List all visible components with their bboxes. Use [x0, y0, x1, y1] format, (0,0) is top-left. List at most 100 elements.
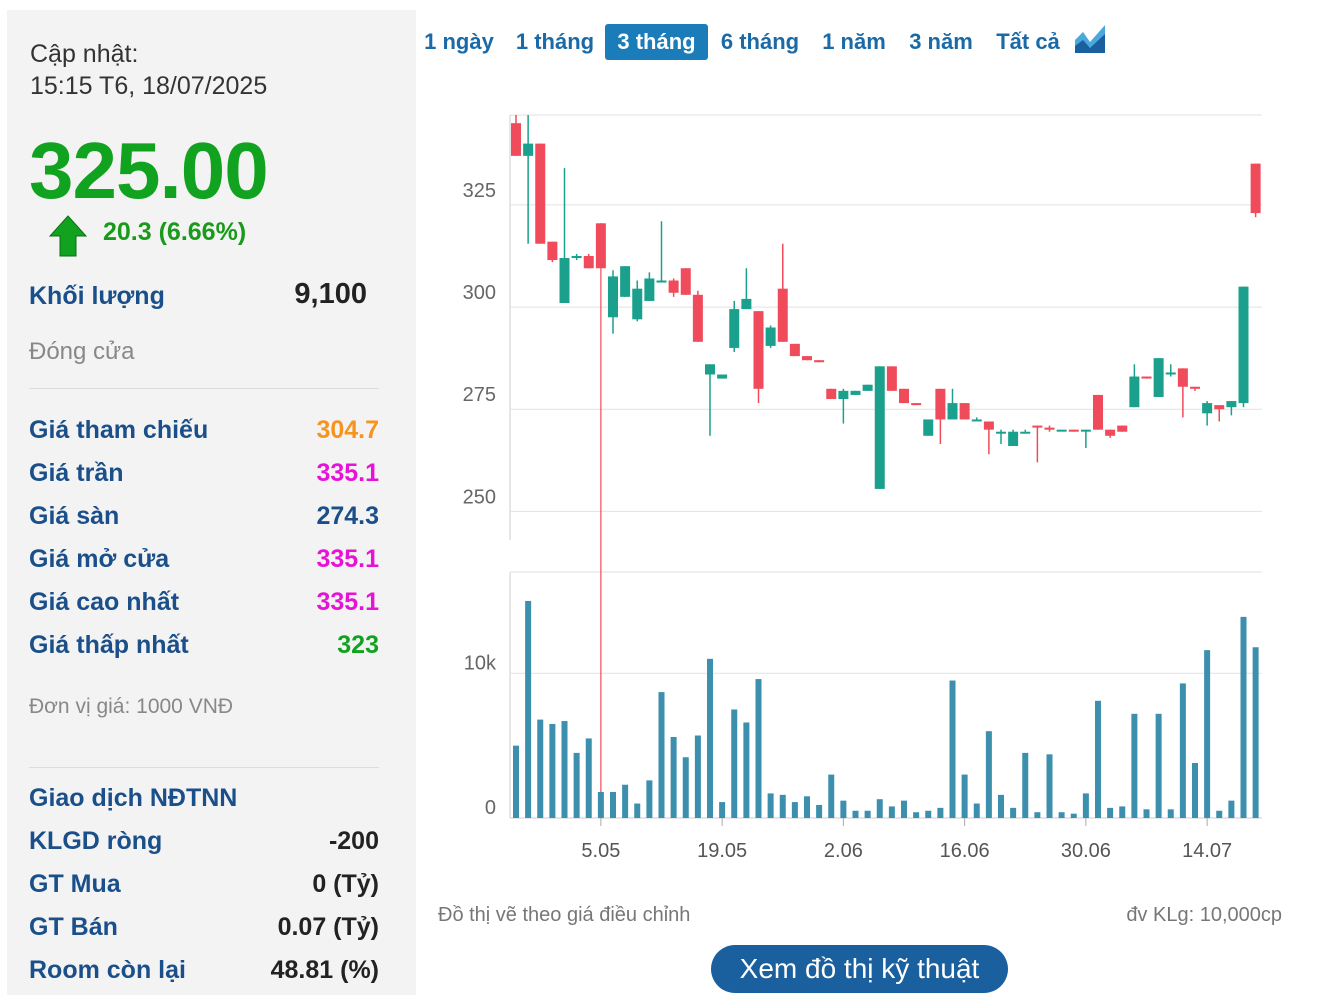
volume-bar: [901, 800, 907, 818]
volume-bar: [1119, 806, 1126, 818]
candle-body: [547, 241, 558, 261]
volume-bar: [694, 735, 701, 818]
candle-body: [996, 431, 1006, 434]
candle-body: [1008, 431, 1019, 447]
volume-bar: [610, 791, 616, 818]
candle-body: [1202, 403, 1213, 414]
y-axis-labels: 325 300 275 250 10k 0: [463, 180, 497, 819]
candle-body: [1105, 429, 1116, 436]
volume-bar: [1082, 793, 1089, 818]
volume-bar: [961, 774, 968, 818]
candle-body: [1250, 163, 1261, 214]
x-axis-labels: 5.05 19.05 2.06 16.06 30.06 14.07: [581, 818, 1232, 862]
x-tick-label: 5.05: [581, 840, 620, 862]
candle-body: [559, 258, 570, 303]
candle-body: [753, 311, 764, 389]
volume-bar: [913, 812, 920, 818]
candle-body: [1093, 394, 1103, 430]
volume-bar: [525, 600, 532, 818]
volume-bar: [585, 738, 592, 818]
volume-bar: [1167, 809, 1174, 818]
candle-body: [741, 298, 752, 310]
volume-bar: [622, 784, 629, 818]
volume-bar: [1131, 713, 1138, 818]
candle-body: [1177, 368, 1188, 387]
candle-body: [862, 384, 873, 391]
candle-body: [1165, 372, 1176, 375]
candlesticks: [511, 115, 1261, 489]
technical-chart-button[interactable]: Xem đồ thị kỹ thuật: [711, 945, 1008, 993]
candle-body: [1214, 405, 1225, 410]
candle-body: [1117, 425, 1128, 432]
candle-body: [571, 255, 582, 259]
x-tick-label: 14.07: [1182, 840, 1232, 862]
candle-body: [729, 309, 740, 348]
volume-bar: [1228, 800, 1235, 818]
candle-body: [826, 388, 837, 400]
volume-bar: [876, 799, 883, 818]
y-tick-label: 250: [463, 486, 496, 508]
volume-bar: [1204, 650, 1211, 818]
volume-bar: [1010, 807, 1017, 818]
candle-body: [644, 278, 655, 301]
volume-bar: [682, 757, 689, 818]
chart-note: Đồ thị vẽ theo giá điều chỉnh: [438, 904, 691, 926]
volume-bar: [1143, 809, 1150, 818]
volume-bar: [1022, 752, 1029, 818]
candle-body: [765, 327, 776, 346]
candle-body: [1190, 386, 1200, 389]
candle-body: [583, 255, 594, 269]
candle-body: [511, 123, 521, 156]
volume-bars: [513, 600, 1259, 818]
candle-body: [814, 360, 825, 363]
candle-body: [656, 280, 667, 283]
volume-bar: [537, 719, 544, 818]
price-volume-chart: 325 300 275 250 10k 0 5.05 19.05 2.06 16.06 30.06…: [463, 114, 1262, 862]
candle-body: [1129, 376, 1140, 408]
volume-bar: [513, 745, 519, 818]
candle-body: [802, 356, 812, 361]
volume-bar: [719, 802, 726, 818]
volume-bar: [1070, 813, 1077, 818]
candle-body: [632, 288, 643, 320]
candle-body: [947, 403, 958, 420]
volume-bar: [840, 800, 847, 818]
candle-body: [874, 366, 885, 489]
candle-body: [850, 390, 861, 395]
volume-bar: [791, 802, 798, 818]
volume-bar: [646, 780, 653, 818]
candle-body: [705, 364, 715, 375]
volume-bar: [597, 791, 604, 818]
y-tick-label: 325: [463, 180, 496, 202]
candle-body: [777, 288, 788, 342]
x-tick-label: 19.05: [697, 840, 747, 862]
candle-body: [935, 388, 946, 420]
candle-body: [959, 403, 970, 420]
candle-body: [1068, 429, 1079, 432]
volume-bar: [852, 810, 859, 818]
candle-body: [789, 343, 800, 357]
volume-bar: [998, 794, 1004, 818]
volume-bar: [561, 721, 568, 818]
volume-bar: [779, 794, 786, 818]
candle-body: [523, 143, 534, 156]
candle-body: [1141, 376, 1152, 379]
candle-body: [886, 366, 897, 391]
volume-bar: [1095, 700, 1101, 818]
candle-body: [1056, 429, 1067, 432]
volume-bar: [549, 723, 556, 818]
x-tick-label: 16.06: [940, 840, 990, 862]
volume-tick-label: 0: [485, 797, 496, 819]
volume-bar: [1058, 812, 1065, 818]
volume-bar: [707, 658, 713, 818]
volume-bar: [670, 736, 677, 818]
candle-body: [1238, 286, 1249, 404]
volume-bar: [804, 796, 810, 818]
candle-body: [717, 374, 728, 379]
volume-unit-note: đv KLg: 10,000cp: [1126, 904, 1282, 926]
candle-body: [668, 280, 679, 293]
volume-bar: [1046, 754, 1053, 818]
volume-bar: [573, 752, 580, 818]
candle-body: [1044, 427, 1055, 430]
candle-body: [680, 268, 691, 295]
